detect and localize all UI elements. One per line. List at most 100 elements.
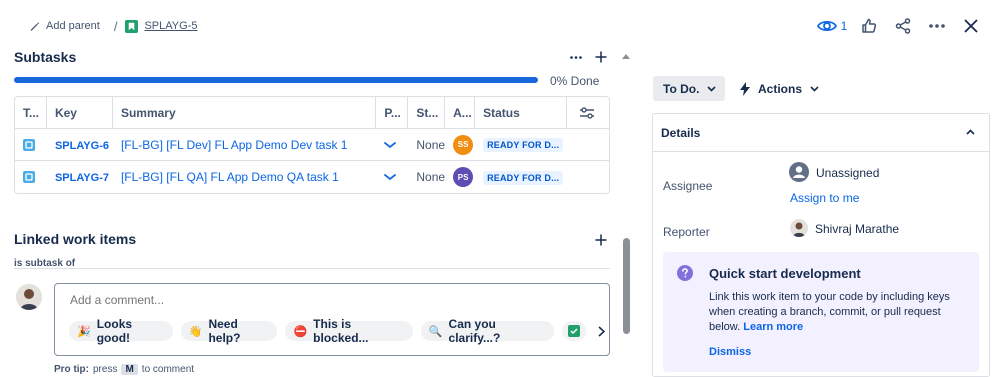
wave-icon: 👋 [188,325,203,338]
chip-looks-good[interactable]: 🎉 Looks good! [69,317,173,345]
close-button[interactable] [954,12,988,40]
column-header-type[interactable]: T... [15,97,47,129]
vote-button[interactable] [852,12,886,40]
chevron-up-icon [966,129,975,135]
table-row[interactable]: SPLAYG-6 [FL-BG] [FL Dev] FL App Demo De… [15,129,609,161]
subtask-summary-link[interactable]: [FL-BG] [FL QA] FL App Demo QA task 1 [121,170,339,184]
row-summary-cell: [FL-BG] [FL QA] FL App Demo QA task 1 [113,161,376,193]
share-icon [895,18,911,34]
share-button[interactable] [886,12,920,40]
row-assignee-cell: SS [445,129,476,161]
more-actions-button[interactable] [920,12,954,40]
subtasks-table-wrapper: T... Key Summary P... St... A... Status [14,96,610,194]
quick-start-body-line-last: below. Learn more [709,320,975,335]
quick-start-body: Link this work item to your code by incl… [709,290,975,335]
row-story-points[interactable]: None [408,161,445,193]
progress-label: 0% Done [550,74,600,88]
add-parent-link[interactable]: Add parent [46,20,100,32]
row-summary-cell: [FL-BG] [FL Dev] FL App Demo Dev task 1 [112,129,377,161]
table-row[interactable]: SPLAYG-7 [FL-BG] [FL QA] FL App Demo QA … [15,161,609,193]
row-key-cell: SPLAYG-6 [46,129,113,161]
pro-tip-suffix: to comment [141,364,195,375]
no-entry-icon: ⛔ [293,325,308,338]
priority-low-icon[interactable] [384,173,408,181]
column-header-story-points[interactable]: St... [408,97,446,129]
learn-more-link[interactable]: Learn more [743,321,803,333]
issue-key-link[interactable]: SPLAYG-5 [144,20,197,32]
assign-to-me-link[interactable]: Assign to me [790,191,859,205]
chevron-down-icon [707,85,717,92]
row-empty-cell [567,161,609,193]
subtasks-progress-bar [14,77,538,83]
pro-tip-press: press [93,364,118,375]
comment-editor[interactable]: 🎉 Looks good! 👋 Need help? ⛔ This is blocke… [54,283,610,356]
user-avatar [16,284,42,310]
row-status-cell: READY FOR D... [475,129,567,161]
dismiss-button[interactable]: Dismiss [709,346,751,358]
actions-label: Actions [758,81,803,96]
quick-start-body-line: Link this work item to your code by incl… [709,291,950,303]
chip-label: Can you clarify...? [448,317,501,345]
add-subtask-button[interactable] [592,48,610,66]
chip-clarify[interactable]: 🔍 Can you clarify...? [420,317,554,345]
column-header-summary[interactable]: Summary [112,97,377,129]
quick-start-body-line: when creating a branch, commit, or pull … [709,306,941,318]
chip-blocked[interactable]: ⛔ This is blocked... [285,317,413,345]
scrollbar-thumb[interactable] [623,238,630,334]
chip-need-help[interactable]: 👋 Need help? [180,317,278,345]
comment-input[interactable] [70,293,570,307]
column-settings-button[interactable] [567,103,607,123]
row-type-cell [15,161,47,193]
column-header-assignee[interactable]: A... [445,97,476,129]
add-linked-item-button[interactable] [592,231,610,249]
quick-start-card: Quick start development Link this work i… [663,252,979,372]
row-priority-cell [376,129,409,161]
assignee-value[interactable]: Unassigned [816,166,879,180]
check-box-icon [567,325,580,337]
plus-icon [595,234,607,246]
assignee-avatar[interactable]: SS [453,134,474,155]
chip-done[interactable] [561,321,586,341]
reporter-value[interactable]: Shivraj Marathe [815,222,899,236]
column-header-key[interactable]: Key [46,97,113,129]
priority-low-icon[interactable] [384,141,408,149]
scroll-up-arrow[interactable] [621,52,631,60]
row-key-cell: SPLAYG-7 [47,161,113,193]
column-settings-header [566,97,609,129]
assignee-avatar[interactable]: PS [453,167,474,187]
subtasks-more-button[interactable] [566,48,586,66]
breadcrumb-separator: / [113,18,118,34]
party-icon: 🎉 [77,325,91,338]
column-header-status[interactable]: Status [475,97,567,129]
row-story-points[interactable]: None [408,129,446,161]
watch-button[interactable]: 1 [812,12,852,40]
eye-icon [816,19,837,33]
quick-start-title: Quick start development [709,266,861,281]
question-circle-icon [677,265,693,281]
linked-items-heading: Linked work items [14,231,137,247]
status-dropdown[interactable]: To Do. [653,76,725,101]
actions-button[interactable]: Actions [740,76,819,101]
pro-tip: Pro tip: press M to comment [54,364,194,375]
subtask-key-link[interactable]: SPLAYG-6 [55,140,109,152]
details-header[interactable]: Details [653,114,989,152]
chips-next-button[interactable] [594,321,609,341]
quick-reply-chips: 🎉 Looks good! 👋 Need help? ⛔ This is blocke… [69,317,609,345]
column-header-priority[interactable]: P... [376,97,409,129]
subtask-summary-link[interactable]: [FL-BG] [FL Dev] FL App Demo Dev task 1 [121,138,348,152]
more-icon [570,55,582,59]
shortcut-key: M [121,364,138,375]
subtasks-heading: Subtasks [14,49,77,65]
thumbs-up-icon [861,18,877,34]
lightning-icon [740,81,750,96]
chevron-right-icon [598,325,605,337]
status-lozenge[interactable]: READY FOR D... [483,138,564,152]
pencil-icon [29,21,40,32]
status-lozenge[interactable]: READY FOR D... [483,170,564,185]
reporter-label: Reporter [663,225,710,239]
subtask-key-link[interactable]: SPLAYG-7 [55,172,109,184]
pro-tip-label: Pro tip: [54,364,89,375]
row-empty-cell [566,129,609,161]
status-label: To Do. [663,81,700,96]
chip-label: Need help? [208,317,241,345]
